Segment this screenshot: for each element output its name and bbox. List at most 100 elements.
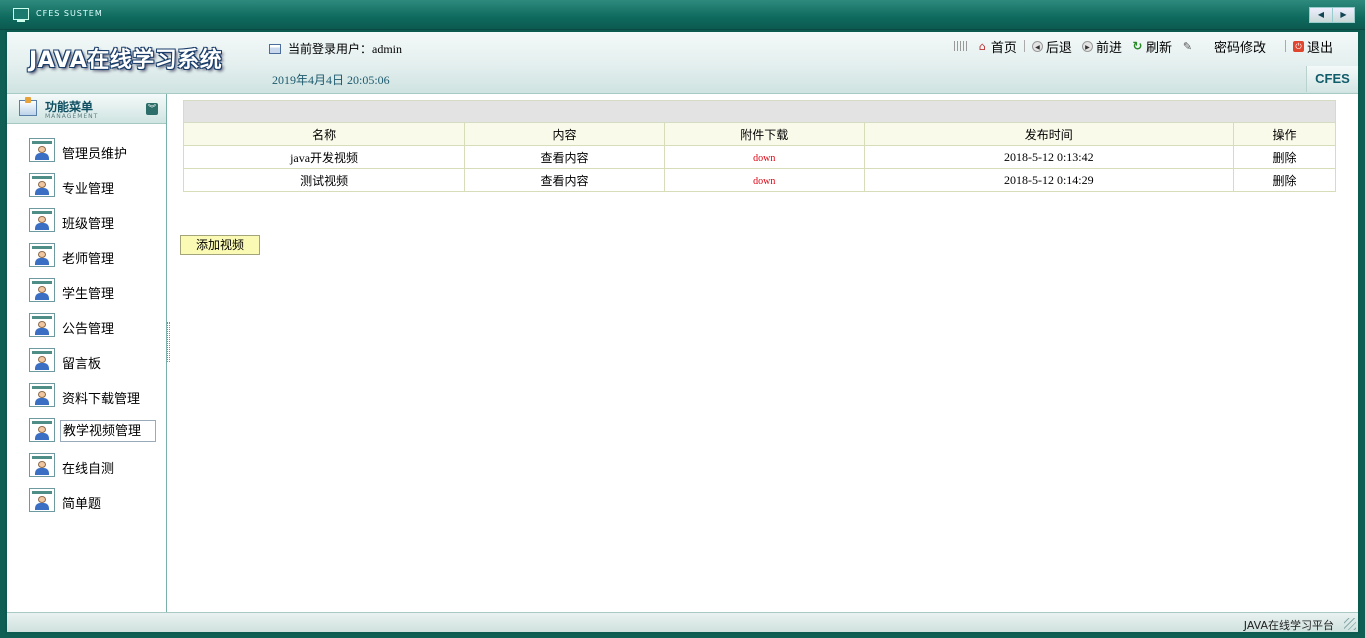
toolbar-grip <box>953 41 968 51</box>
back-label: 后退 <box>1045 39 1072 55</box>
user-icon <box>29 173 55 197</box>
monitor-icon <box>13 8 29 22</box>
sidebar-item-label: 学生管理 <box>62 286 115 301</box>
sidebar-item-label: 老师管理 <box>62 251 115 266</box>
user-label: 当前登录用户： <box>288 42 373 56</box>
user-icon <box>29 278 55 302</box>
sidebar-item-label: 管理员维护 <box>62 146 128 161</box>
window-titlebar: CFES SUSTEM ◀ ▶ <box>0 0 1365 30</box>
sidebar-item-teacher[interactable]: 老师管理 <box>7 243 166 278</box>
footer-text: JAVA在线学习平台 <box>1243 619 1334 632</box>
toolbar-divider <box>1284 40 1286 52</box>
user-icon <box>29 313 55 337</box>
sidebar-item-major[interactable]: 专业管理 <box>7 173 166 208</box>
sidebar-item-student[interactable]: 学生管理 <box>7 278 166 313</box>
row-name: java开发视频 <box>182 145 466 169</box>
download-link[interactable]: down <box>753 153 775 164</box>
toolbar-divider <box>1023 40 1025 52</box>
menu-subtitle: MANAGEMENT <box>45 113 99 120</box>
user-icon <box>29 243 55 267</box>
brand-tag: CFES <box>1306 66 1358 92</box>
menu-list: 管理员维护 专业管理 班级管理 老师管理 学生管理 公告管理 留言板 资料下载管… <box>7 124 166 523</box>
user-icon <box>29 418 55 442</box>
download-link[interactable]: down <box>753 176 775 187</box>
sidebar-item-label: 专业管理 <box>62 181 115 196</box>
home-button[interactable]: ⌂ 首页 <box>972 37 1022 56</box>
forward-button[interactable]: ▶ 前进 <box>1077 37 1127 56</box>
sidebar: 功能菜单 MANAGEMENT ︾ 管理员维护 专业管理 班级管理 老师管理 学… <box>7 94 167 612</box>
sidebar-item-notice[interactable]: 公告管理 <box>7 313 166 348</box>
sidebar-item-class[interactable]: 班级管理 <box>7 208 166 243</box>
sidebar-item-label: 公告管理 <box>62 321 115 336</box>
forward-icon: ▶ <box>1081 40 1093 52</box>
home-label: 首页 <box>990 39 1017 55</box>
window-nav-buttons: ◀ ▶ <box>1309 7 1355 23</box>
logout-button[interactable]: ⏻ 退出 <box>1288 37 1338 56</box>
password-change-button[interactable]: ✎ 密码修改 <box>1177 37 1271 56</box>
user-icon <box>29 208 55 232</box>
row-time: 2018-5-12 0:13:42 <box>863 145 1235 169</box>
password-icon: ✎ <box>1182 39 1193 53</box>
window-title: CFES SUSTEM <box>36 9 103 18</box>
user-icon <box>29 383 55 407</box>
view-content-link[interactable]: 查看内容 <box>464 145 665 169</box>
refresh-button[interactable]: ↻ 刷新 <box>1127 37 1177 56</box>
back-icon: ◀ <box>1031 40 1043 52</box>
sidebar-item-label: 教学视频管理 <box>60 420 157 442</box>
window-prev-button[interactable]: ◀ <box>1310 8 1332 22</box>
user-icon <box>29 488 55 512</box>
column-header-attachment: 附件下载 <box>663 122 865 146</box>
current-datetime: 2019年4月4日 20:05:06 <box>272 73 390 87</box>
sidebar-item-short-questions[interactable]: 简单题 <box>7 488 166 523</box>
sidebar-item-message-board[interactable]: 留言板 <box>7 348 166 383</box>
current-user: 当前登录用户：admin <box>269 40 402 57</box>
sidebar-item-downloads[interactable]: 资料下载管理 <box>7 383 166 418</box>
app-logo: JAVA在线学习系统 <box>29 48 223 73</box>
sidebar-item-self-test[interactable]: 在线自测 <box>7 453 166 488</box>
sidebar-item-admin[interactable]: 管理员维护 <box>7 138 166 173</box>
user-icon <box>29 348 55 372</box>
delete-link[interactable]: 删除 <box>1233 145 1336 169</box>
sidebar-item-label: 简单题 <box>62 496 102 511</box>
column-header-time: 发布时间 <box>863 122 1235 146</box>
status-bar: JAVA在线学习平台 <box>7 612 1358 632</box>
header: JAVA在线学习系统 当前登录用户：admin 2019年4月4日 20:05:… <box>7 32 1358 94</box>
row-name: 测试视频 <box>182 168 466 192</box>
username: admin <box>372 42 403 56</box>
logout-label: 退出 <box>1306 39 1333 55</box>
column-header-name: 名称 <box>182 122 466 146</box>
main-content: 名称 内容 附件下载 发布时间 操作 java开发视频 查看内容 down 20… <box>180 100 1338 255</box>
video-table: 名称 内容 附件下载 发布时间 操作 java开发视频 查看内容 down 20… <box>182 100 1336 192</box>
user-icon <box>29 138 55 162</box>
back-button[interactable]: ◀ 后退 <box>1027 37 1077 56</box>
sidebar-item-videos[interactable]: 教学视频管理 <box>7 418 166 453</box>
row-time: 2018-5-12 0:14:29 <box>863 168 1235 192</box>
sidebar-item-label: 留言板 <box>62 356 102 371</box>
collapse-icon[interactable]: ︾ <box>146 103 158 115</box>
forward-label: 前进 <box>1095 39 1122 55</box>
column-header-content: 内容 <box>464 122 665 146</box>
menu-icon <box>19 97 37 116</box>
password-change-label: 密码修改 <box>1213 39 1266 55</box>
sidebar-splitter[interactable] <box>167 322 170 362</box>
view-content-link[interactable]: 查看内容 <box>464 168 665 192</box>
sidebar-item-label: 班级管理 <box>62 216 115 231</box>
add-video-button[interactable]: 添加视频 <box>180 235 260 255</box>
table-row: java开发视频 查看内容 down 2018-5-12 0:13:42 删除 <box>182 145 1336 169</box>
table-row: 测试视频 查看内容 down 2018-5-12 0:14:29 删除 <box>182 168 1336 192</box>
refresh-label: 刷新 <box>1145 39 1172 55</box>
window-icon <box>269 43 281 54</box>
table-header-row: 名称 内容 附件下载 发布时间 操作 <box>182 122 1336 146</box>
column-header-action: 操作 <box>1233 122 1336 146</box>
refresh-icon: ↻ <box>1132 38 1143 53</box>
table-caption-row <box>183 100 1336 123</box>
delete-link[interactable]: 删除 <box>1233 168 1336 192</box>
user-icon <box>29 453 55 477</box>
home-icon: ⌂ <box>978 39 986 53</box>
resize-grip-icon[interactable] <box>1344 618 1356 630</box>
exit-icon: ⏻ <box>1292 40 1304 52</box>
sidebar-item-label: 资料下载管理 <box>62 391 141 406</box>
window-next-button[interactable]: ▶ <box>1332 8 1354 22</box>
menu-header: 功能菜单 MANAGEMENT ︾ <box>7 94 166 124</box>
sidebar-item-label: 在线自测 <box>62 461 115 476</box>
